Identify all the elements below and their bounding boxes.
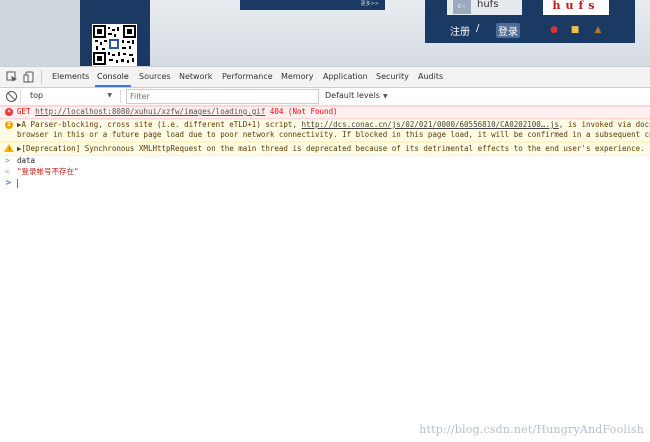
tab-network[interactable]: Network	[179, 67, 212, 87]
tab-audits[interactable]: Audits	[418, 67, 443, 87]
text-cursor	[17, 179, 18, 188]
devtools-panel: Elements Console Sources Network Perform…	[0, 66, 650, 442]
context-selector[interactable]: top ▼	[24, 89, 116, 103]
request-method: GET	[17, 107, 31, 116]
input-expression: data	[17, 156, 36, 165]
warning-text-a: A Parser-blocking, cross site (i.e. diff…	[21, 120, 302, 129]
toolbar-divider	[20, 90, 21, 103]
tab-elements[interactable]: Elements	[52, 67, 89, 87]
console-deprecation-warning: ! ▶[Deprecation] Synchronous XMLHttpRequ…	[0, 142, 650, 156]
poop-icon[interactable]: ▲	[592, 24, 604, 36]
log-levels-label: Default levels	[325, 91, 380, 100]
image-icon[interactable]: ■	[569, 24, 581, 36]
error-text: GET http://localhost:8080/xuhui/xzfw/ima…	[17, 107, 338, 117]
tab-sources[interactable]: Sources	[139, 67, 171, 87]
tab-application[interactable]: Application	[323, 67, 368, 87]
device-toolbar-icon[interactable]	[23, 71, 35, 83]
deprecation-text: ▶[Deprecation] Synchronous XMLHttpReques…	[17, 144, 650, 154]
qr-code-image	[92, 24, 137, 66]
warning-count-badge: 2	[5, 121, 13, 129]
log-levels-dropdown[interactable]: Default levels ▼	[325, 89, 388, 104]
warning-text-line2: browser in this or a future page load du…	[17, 130, 650, 139]
register-link[interactable]: 注册	[450, 23, 470, 38]
tab-separator	[41, 70, 42, 84]
register-login-separator: /	[476, 23, 480, 34]
avatar: c~	[453, 0, 471, 14]
prompt-chevron-icon: >	[5, 178, 12, 187]
inspect-element-icon[interactable]	[6, 71, 18, 83]
console-filter-input[interactable]	[126, 89, 319, 104]
tab-security[interactable]: Security	[376, 67, 409, 87]
more-link[interactable]: 更多>>	[361, 0, 379, 7]
console-messages: × GET http://localhost:8080/xuhui/xzfw/i…	[0, 106, 650, 192]
input-chevron-icon: >	[5, 156, 10, 165]
person-icon[interactable]: ●	[548, 24, 560, 36]
chevron-down-icon: ▼	[382, 93, 388, 100]
console-toolbar: top ▼ Default levels▼	[0, 88, 650, 106]
watermark: http://blog.csdn.net/HungryAndFoolish	[419, 423, 644, 436]
site-logo: hufs	[543, 0, 609, 15]
website-header: 更多>> c~ hufs hufs 注册 / 登录 ● ■ ▲	[0, 0, 650, 66]
devtools-tabbar: Elements Console Sources Network Perform…	[0, 67, 650, 88]
login-link[interactable]: 登录	[496, 23, 520, 38]
console-prompt[interactable]: >	[0, 178, 650, 192]
warning-text-b: , is invoked via document.write.	[558, 120, 650, 129]
console-error-message: × GET http://localhost:8080/xuhui/xzfw/i…	[0, 106, 650, 119]
console-input-echo: > data	[0, 156, 650, 167]
tab-console[interactable]: Console	[95, 67, 131, 87]
warning-script-link[interactable]: http://dcs.conac.cn/js/02/021/0000/60556…	[301, 120, 558, 129]
deprecation-message: [Deprecation] Synchronous XMLHttpRequest…	[21, 144, 650, 153]
console-warning-message: 2 ▶A Parser-blocking, cross site (i.e. d…	[0, 119, 650, 142]
chevron-down-icon: ▼	[107, 92, 112, 99]
site-username: hufs	[477, 0, 499, 10]
tab-memory[interactable]: Memory	[281, 67, 314, 87]
output-string-value: "登录帐号不存在"	[17, 167, 79, 176]
output-chevron-icon: <	[5, 167, 10, 176]
toolbar-divider	[120, 90, 121, 103]
tab-performance[interactable]: Performance	[222, 67, 273, 87]
error-icon: ×	[5, 108, 13, 116]
warning-exclamation: !	[8, 147, 12, 153]
error-url-link[interactable]: http://localhost:8080/xuhui/xzfw/images/…	[35, 107, 265, 116]
error-status: 404 (Not Found)	[269, 107, 338, 116]
clear-console-icon[interactable]	[6, 91, 17, 102]
warning-text: ▶A Parser-blocking, cross site (i.e. dif…	[17, 120, 650, 130]
site-panel: 更多>>	[240, 0, 385, 10]
console-output: < "登录帐号不存在"	[0, 167, 650, 178]
context-value: top	[30, 91, 44, 100]
